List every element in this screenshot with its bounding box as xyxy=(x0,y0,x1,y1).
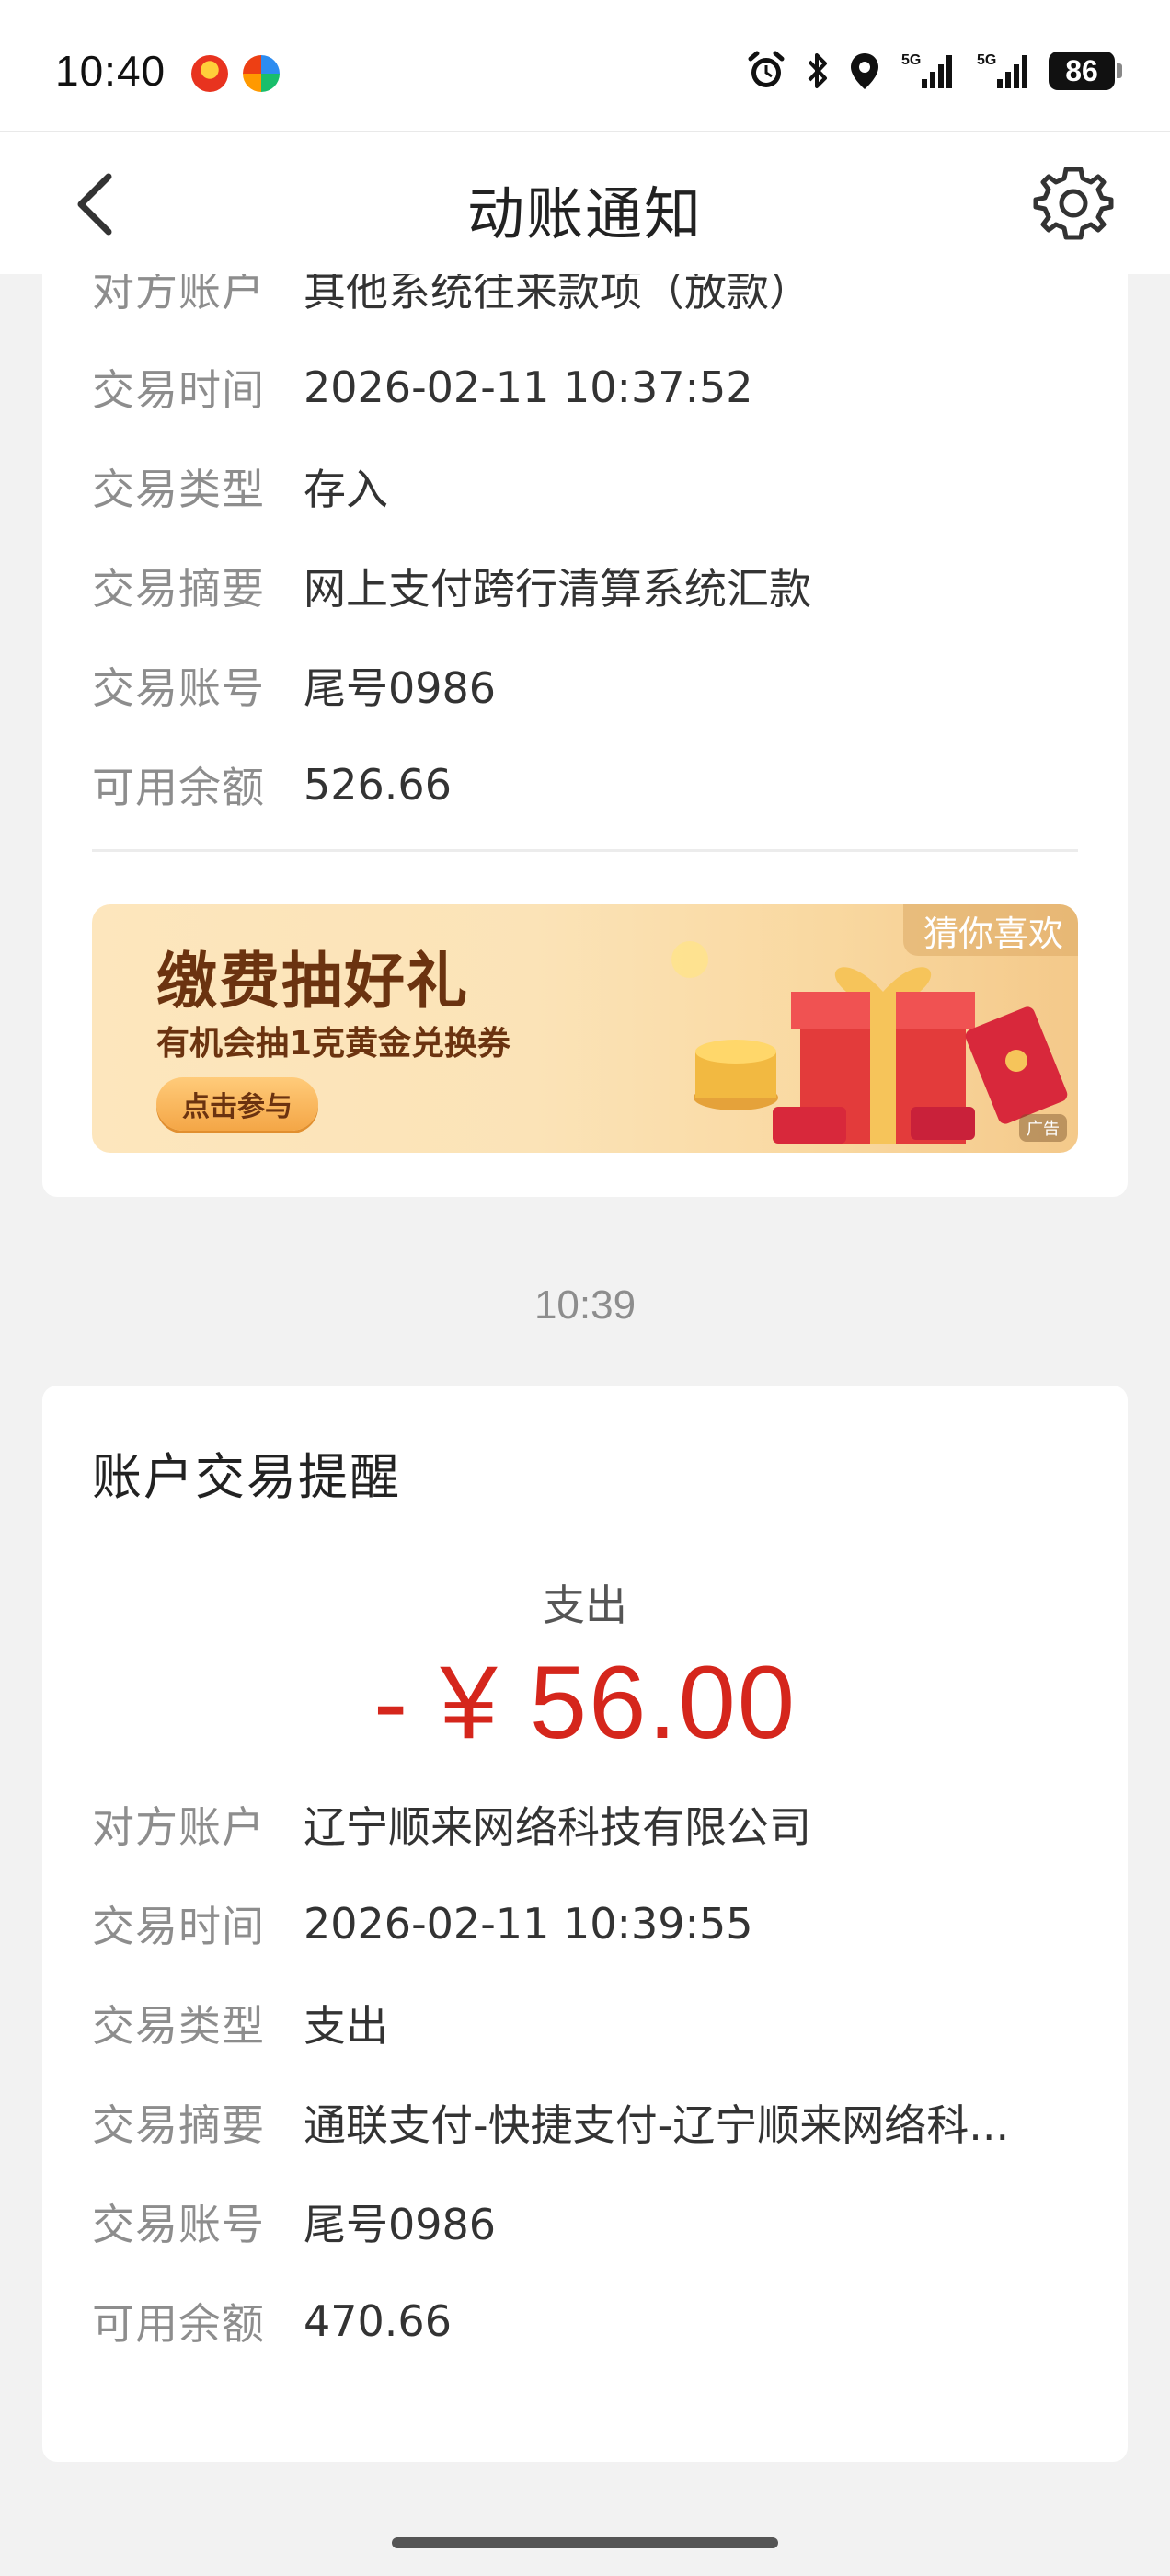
svg-text:5G: 5G xyxy=(901,52,921,68)
detail-row: 交易时间 2026-02-11 10:39:55 xyxy=(92,1896,1091,1951)
recommend-tag: 猜你喜欢 xyxy=(902,904,1078,956)
nav-bar: 动账通知 xyxy=(0,132,1170,274)
detail-value: 网上支付跨行清算系统汇款 xyxy=(304,564,811,614)
detail-row: 交易时间 2026-02-11 10:37:52 xyxy=(92,360,1091,415)
battery-indicator: 86 xyxy=(1049,52,1122,90)
detail-label: 交易类型 xyxy=(92,2001,265,2051)
detail-row: 对方账户 辽宁顺来网络科技有限公司 xyxy=(92,1797,1091,1852)
message-timestamp: 10:39 xyxy=(533,1282,637,1328)
gear-icon[interactable] xyxy=(1032,162,1115,245)
participate-button[interactable]: 点击参与 xyxy=(156,1077,318,1131)
card-divider xyxy=(92,849,1078,852)
detail-label: 交易类型 xyxy=(92,465,265,514)
detail-value: 存入 xyxy=(304,465,388,514)
banner-title: 缴费抽好礼 xyxy=(156,946,469,1017)
detail-row: 可用余额 526.66 xyxy=(92,757,1091,812)
home-indicator[interactable] xyxy=(392,2537,778,2548)
detail-label: 交易账号 xyxy=(92,663,265,713)
transaction-amount: - ¥ 56.00 xyxy=(373,1645,797,1760)
detail-label: 交易时间 xyxy=(92,1902,265,1951)
transaction-type: 支出 xyxy=(543,1581,627,1630)
signal-5g-icon: 5G xyxy=(901,52,952,88)
detail-value: 尾号0986 xyxy=(304,2200,497,2249)
page-title: 动账通知 xyxy=(466,180,703,247)
app-notification-icon-2 xyxy=(243,55,280,92)
detail-label: 交易摘要 xyxy=(92,2100,265,2150)
card-title: 账户交易提醒 xyxy=(92,1448,401,1506)
detail-label: 交易时间 xyxy=(92,365,265,415)
detail-value: 辽宁顺来网络科技有限公司 xyxy=(304,1802,811,1852)
detail-row: 交易摘要 网上支付跨行清算系统汇款 xyxy=(92,558,1091,614)
alarm-icon xyxy=(748,51,785,87)
detail-value: 526.66 xyxy=(304,760,452,810)
detail-label: 交易摘要 xyxy=(92,564,265,614)
app-notification-icon xyxy=(191,55,228,92)
transaction-card: 对方账户 其他系统往来款项（放款） 交易时间 2026-02-11 10:37:… xyxy=(42,274,1128,1197)
detail-label: 交易账号 xyxy=(92,2200,265,2249)
transaction-card: 账户交易提醒 支出 - ¥ 56.00 对方账户 辽宁顺来网络科技有限公司 交易… xyxy=(42,1386,1128,2462)
detail-row: 交易账号 尾号0986 xyxy=(92,2194,1091,2249)
detail-label: 可用余额 xyxy=(92,2299,265,2349)
detail-value: 通联支付-快捷支付-辽宁顺来网络科... xyxy=(304,2100,1010,2150)
notification-list[interactable]: 对方账户 其他系统往来款项（放款） 交易时间 2026-02-11 10:37:… xyxy=(0,274,1170,2491)
svg-text:5G: 5G xyxy=(977,52,996,68)
detail-row: 交易账号 尾号0986 xyxy=(92,658,1091,713)
bluetooth-icon xyxy=(808,53,827,88)
location-icon xyxy=(851,53,878,89)
detail-value: 2026-02-11 10:39:55 xyxy=(304,1899,753,1949)
detail-value: 2026-02-11 10:37:52 xyxy=(304,362,753,412)
detail-label: 对方账户 xyxy=(92,274,265,316)
status-time: 10:40 xyxy=(55,47,166,95)
promo-banner[interactable]: 缴费抽好礼 有机会抽1克黄金兑换券 点击参与 猜你喜欢 广告 xyxy=(92,904,1078,1153)
ad-label: 广告 xyxy=(1019,1114,1067,1142)
detail-row: 交易摘要 通联支付-快捷支付-辽宁顺来网络科... xyxy=(92,2095,1091,2150)
signal-5g-icon-2: 5G xyxy=(977,52,1027,88)
detail-row: 交易类型 存入 xyxy=(92,459,1091,514)
detail-row: 交易类型 支出 xyxy=(92,1995,1091,2051)
detail-value: 支出 xyxy=(304,2001,388,2051)
banner-subtitle: 有机会抽1克黄金兑换券 xyxy=(156,1025,511,1063)
detail-label: 对方账户 xyxy=(92,1802,265,1852)
detail-label: 可用余额 xyxy=(92,763,265,812)
status-icons: 5G 5G 86 xyxy=(745,48,1122,94)
detail-value: 其他系统往来款项（放款） xyxy=(304,274,811,316)
detail-value: 尾号0986 xyxy=(304,663,497,713)
detail-row: 可用余额 470.66 xyxy=(92,2294,1091,2349)
status-bar: 10:40 5G 5G 86 xyxy=(0,0,1170,131)
detail-row: 对方账户 其他系统往来款项（放款） xyxy=(92,274,1091,316)
detail-value: 470.66 xyxy=(304,2296,452,2346)
